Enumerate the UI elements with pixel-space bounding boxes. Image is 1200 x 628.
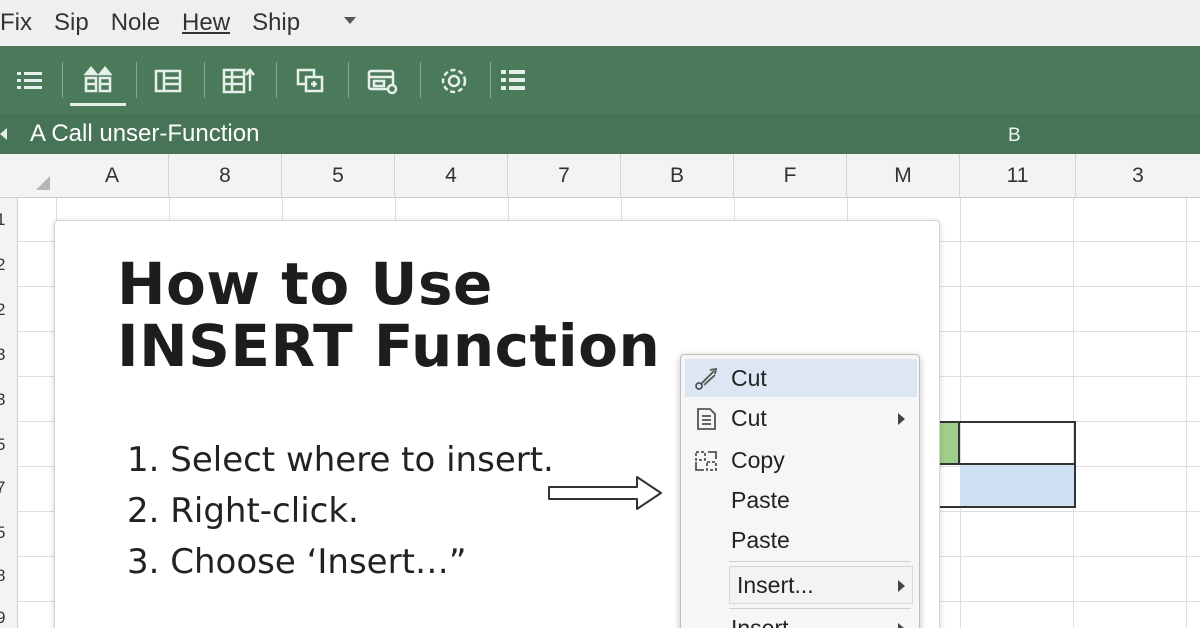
context-menu-label: Paste	[731, 487, 790, 513]
column-header[interactable]: 3	[1076, 154, 1200, 198]
toolbar-separator	[136, 62, 137, 98]
row-header[interactable]: 9	[0, 608, 16, 628]
menu-overflow-caret-icon[interactable]	[344, 16, 357, 24]
context-menu-item-copy[interactable]: Copy	[685, 441, 917, 479]
row-header[interactable]: 3	[0, 345, 16, 365]
card-title-line2: INSERT Function	[117, 312, 661, 380]
formula-text[interactable]: A Call unser-Function	[30, 114, 259, 154]
context-menu-label: Copy	[731, 447, 785, 473]
menu-hew[interactable]: Hew	[182, 0, 230, 46]
column-header[interactable]: 4	[395, 154, 508, 198]
sort-icon[interactable]	[70, 56, 126, 106]
grid-icon[interactable]	[486, 56, 542, 106]
context-menu-separator	[729, 561, 911, 562]
row-header[interactable]: 3	[0, 390, 16, 410]
print-icon[interactable]	[354, 56, 410, 106]
document-icon	[697, 408, 716, 430]
context-menu-item-cut[interactable]: Cut	[685, 359, 917, 397]
context-menu: Cut Cut Copy Paste Paste Insert... Inser…	[680, 354, 920, 628]
toolbar-separator	[62, 62, 63, 98]
menu-nole[interactable]: Nole	[111, 0, 160, 46]
column-header[interactable]: 11	[960, 154, 1076, 198]
menu-fix[interactable]: Fix	[0, 0, 32, 46]
submenu-arrow-icon	[898, 413, 905, 425]
column-header-a[interactable]: A	[56, 154, 169, 198]
selection-range[interactable]	[930, 421, 1076, 508]
step-item: 3. Choose ‘Insert…”	[127, 542, 467, 582]
row-header[interactable]: 2	[0, 300, 16, 320]
context-menu-item-paste[interactable]: Paste	[685, 521, 917, 559]
table-icon[interactable]	[140, 56, 196, 106]
collapse-arrow-icon[interactable]	[0, 128, 7, 140]
formula-bar: A Call unser-Function B	[0, 114, 1200, 154]
row-header[interactable]: 1	[0, 210, 16, 230]
steps-list: 1. Select where to insert. 2. Right-clic…	[127, 435, 554, 588]
toolbar-separator	[276, 62, 277, 98]
context-menu-item-paste[interactable]: Paste	[685, 481, 917, 519]
context-menu-label: Paste	[731, 527, 790, 553]
column-header[interactable]: 8	[169, 154, 282, 198]
card-title-line1: How to Use	[117, 250, 493, 318]
context-menu-label: Insert...	[737, 572, 814, 598]
context-menu-item-insert[interactable]: Insert...	[685, 566, 917, 604]
row-header[interactable]: 5	[0, 523, 16, 543]
context-menu-label: Insert	[731, 615, 789, 628]
submenu-arrow-icon	[898, 580, 905, 592]
submenu-arrow-icon	[898, 623, 905, 628]
column-header[interactable]: M	[847, 154, 960, 198]
card-title: How to Use INSERT Function	[117, 253, 660, 377]
ribbon-toolbar	[0, 46, 1200, 114]
step-item: 1. Select where to insert.	[127, 440, 554, 480]
column-header[interactable]: 7	[508, 154, 621, 198]
row-headers: 1 2 2 3 3 5 7 5 8 9	[0, 198, 18, 628]
toolbar-separator	[420, 62, 421, 98]
columns-icon[interactable]	[210, 56, 266, 106]
menu-ship[interactable]: Ship	[252, 0, 300, 46]
column-header[interactable]: F	[734, 154, 847, 198]
column-header[interactable]: 5	[282, 154, 395, 198]
toolbar-separator	[348, 62, 349, 98]
column-headers: A 8 5 4 7 B F M 11 3	[0, 154, 1200, 198]
scissors-icon	[695, 367, 718, 390]
step-item: 2. Right-click.	[127, 491, 359, 531]
column-header[interactable]: B	[621, 154, 734, 198]
context-menu-item-insert[interactable]: Insert	[685, 609, 917, 628]
menu-sip[interactable]: Sip	[54, 0, 89, 46]
select-all-icon[interactable]	[36, 176, 50, 190]
context-menu-label: Cut	[731, 365, 767, 391]
settings-icon[interactable]	[426, 56, 482, 106]
context-menu-item-cut-submenu[interactable]: Cut	[685, 399, 917, 437]
copy-icon	[695, 451, 717, 471]
context-menu-label: Cut	[731, 405, 767, 431]
copy-icon[interactable]	[282, 56, 338, 106]
row-header[interactable]: 5	[0, 435, 16, 455]
row-header[interactable]: 2	[0, 255, 16, 275]
list-icon[interactable]	[2, 56, 58, 106]
row-header[interactable]: 7	[0, 478, 16, 498]
right-arrow-icon	[548, 476, 662, 510]
row-header[interactable]: 8	[0, 566, 16, 586]
toolbar-separator	[204, 62, 205, 98]
menu-bar: Fix Sip Nole Hew Ship	[0, 0, 1200, 46]
formula-bar-label: B	[1008, 125, 1021, 146]
